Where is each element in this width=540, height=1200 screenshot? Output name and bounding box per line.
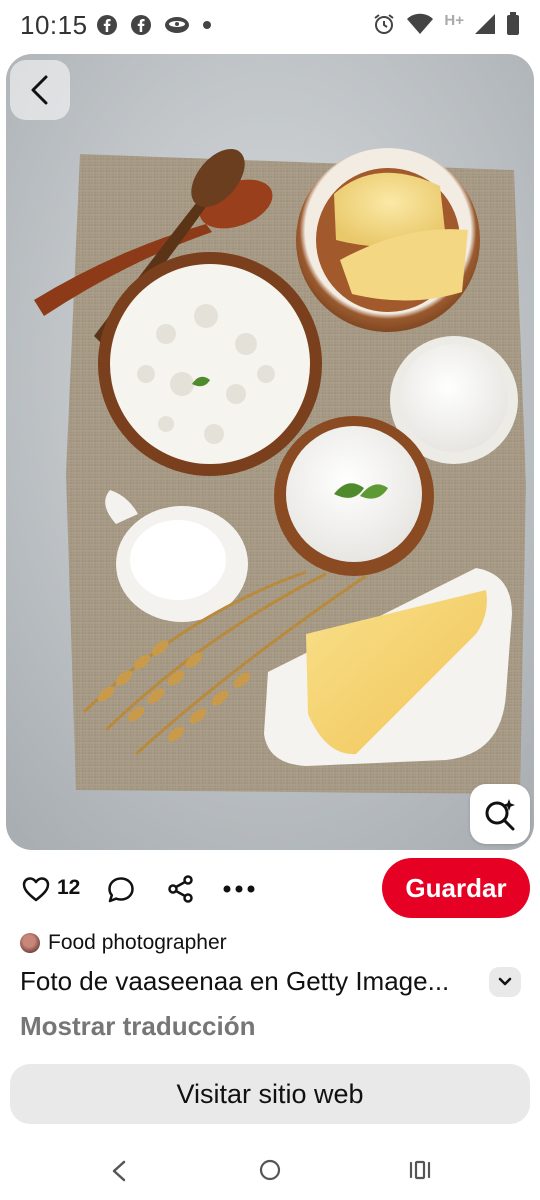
battery-icon — [507, 12, 519, 35]
like-count: 12 — [57, 876, 81, 899]
facebook-icon — [97, 15, 117, 35]
heart-icon[interactable] — [22, 876, 50, 902]
more-dots-icon[interactable] — [222, 884, 256, 894]
status-time: 10:15 — [20, 10, 88, 40]
wifi-icon — [407, 13, 434, 34]
dot-icon — [203, 21, 211, 29]
action-row: 12 Guardar — [0, 858, 540, 920]
dairy-products-photo — [6, 54, 534, 850]
signal-icon — [475, 14, 495, 34]
author-name[interactable]: Food photographer — [48, 931, 227, 955]
system-icons: H+ — [372, 12, 520, 36]
chevron-left-icon — [31, 75, 48, 105]
pin-image[interactable] — [6, 54, 534, 850]
back-button[interactable] — [10, 60, 70, 120]
expand-description-button[interactable] — [489, 967, 521, 997]
visual-search-icon — [485, 799, 515, 831]
eye-icon — [165, 17, 189, 33]
visual-search-button[interactable] — [470, 784, 530, 844]
save-button[interactable]: Guardar — [382, 858, 530, 918]
comment-icon[interactable] — [107, 876, 135, 904]
show-translation-link[interactable]: Mostrar traducción — [20, 1011, 256, 1042]
visit-website-button[interactable]: Visitar sitio web — [10, 1064, 530, 1124]
facebook-icon — [131, 15, 151, 35]
nav-back-icon[interactable] — [110, 1160, 128, 1182]
nav-recents-icon[interactable] — [408, 1160, 432, 1180]
navigation-bar — [0, 1140, 540, 1200]
network-type-label: H+ — [444, 11, 464, 29]
avatar[interactable] — [20, 933, 40, 953]
author-row[interactable]: Food photographer — [20, 930, 227, 956]
chevron-down-icon — [498, 977, 512, 986]
pin-title: Foto de vaaseenaa en Getty Image... — [20, 966, 450, 996]
status-bar: 10:15 H+ — [0, 0, 540, 54]
nav-home-icon[interactable] — [259, 1159, 281, 1181]
alarm-icon — [374, 14, 395, 34]
share-icon[interactable] — [168, 875, 194, 903]
notification-icons — [96, 14, 212, 36]
